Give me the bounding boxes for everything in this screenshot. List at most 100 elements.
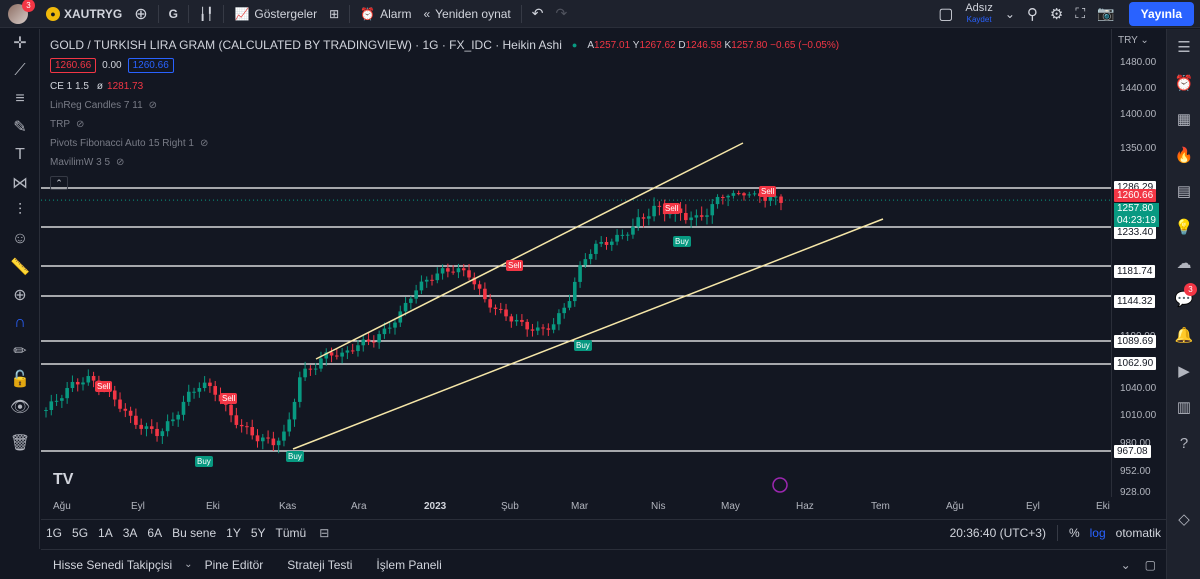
pattern-icon[interactable]: ⋈: [0, 169, 40, 197]
chat-icon[interactable]: 💬 3: [1167, 281, 1200, 317]
visibility-icon[interactable]: 👁: [0, 393, 40, 421]
snapshot-button[interactable]: 📷: [1091, 0, 1120, 28]
hidden-eye-icon[interactable]: ⊘: [76, 119, 84, 130]
user-avatar[interactable]: 3: [8, 0, 35, 24]
add-symbol-button[interactable]: ⊕: [128, 0, 153, 28]
currency-label[interactable]: TRY ⌄: [1118, 35, 1149, 46]
trendline-icon[interactable]: ⟋: [0, 57, 40, 85]
tab-trading-panel[interactable]: İşlem Paneli: [364, 558, 453, 572]
candle-body: [604, 241, 609, 245]
square-icon: ▢: [938, 5, 954, 23]
alerts-icon[interactable]: ⏰: [1167, 65, 1200, 101]
hidden-eye-icon[interactable]: ⊘: [116, 157, 124, 168]
brush-icon[interactable]: ✎: [0, 113, 40, 141]
hidden-eye-icon[interactable]: ⊘: [200, 138, 208, 149]
text-icon[interactable]: T: [0, 141, 40, 169]
hotlists-icon[interactable]: 🔥: [1167, 137, 1200, 173]
candle-body: [171, 419, 175, 422]
ruler-icon[interactable]: 📏: [0, 253, 40, 281]
fullscreen-toggle[interactable]: ▢: [932, 0, 959, 28]
price-tick: 1480.00: [1120, 57, 1157, 68]
prediction-icon[interactable]: ⫶: [0, 197, 40, 225]
layouts-button[interactable]: ⊞: [323, 0, 345, 28]
auto-toggle[interactable]: otomatik: [1111, 526, 1166, 540]
chevron-down-icon[interactable]: ⌄: [184, 559, 192, 570]
publish-button[interactable]: Yayınla: [1128, 1, 1194, 26]
percent-toggle[interactable]: %: [1064, 526, 1085, 540]
ce-label: CE 1 1.5: [50, 81, 89, 92]
candle-body: [81, 382, 85, 385]
notifications-icon[interactable]: 🔔: [1167, 317, 1200, 353]
help-icon[interactable]: ?: [1167, 425, 1200, 461]
emoji-icon[interactable]: ☺: [0, 225, 40, 253]
alert-button[interactable]: ⏰ Alarm: [354, 0, 417, 28]
range-button[interactable]: 1A: [93, 526, 118, 540]
range-button[interactable]: 6A: [142, 526, 167, 540]
collapse-panel-icon[interactable]: ⌄: [1121, 558, 1131, 572]
range-button[interactable]: 5G: [67, 526, 93, 540]
trash-icon[interactable]: 🗑: [0, 429, 40, 457]
zoom-icon[interactable]: ⊕: [0, 281, 40, 309]
lock-drawing-icon[interactable]: ✏: [0, 337, 40, 365]
candle-body: [340, 352, 344, 357]
candle-body: [91, 376, 96, 381]
symbol-title[interactable]: GOLD / TURKISH LIRA GRAM (CALCULATED BY …: [50, 38, 562, 52]
time-axis[interactable]: Ağu Eyl Eki Kas Ara 2023 Şub Mar Nis May Haz Tem Ağu…: [41, 497, 1111, 517]
settings-button[interactable]: ⚙: [1044, 0, 1069, 28]
crosshair-icon[interactable]: ✛: [0, 29, 40, 57]
range-button[interactable]: Bu sene: [167, 526, 221, 540]
candle-body: [440, 268, 445, 274]
clock[interactable]: 20:36:40 (UTC+3): [945, 526, 1051, 540]
undo-button[interactable]: ↶: [526, 0, 550, 28]
indicator-ce[interactable]: CE 1 1.5 ø 1281.73: [50, 77, 839, 96]
candle-body: [319, 358, 323, 369]
play-icon[interactable]: ▶: [1167, 353, 1200, 389]
range-button[interactable]: Tümü: [271, 526, 312, 540]
date-range-icon[interactable]: ⊟: [319, 526, 329, 540]
data-window-icon[interactable]: ▦: [1167, 101, 1200, 137]
chart-type-button[interactable]: ╽╿: [193, 0, 219, 28]
hidden-eye-icon[interactable]: ⊘: [149, 100, 157, 111]
indicator-trp[interactable]: TRP ⊘: [50, 115, 839, 134]
layers-icon[interactable]: ◇: [1167, 501, 1200, 537]
candle-body: [451, 271, 455, 273]
price-axis[interactable]: TRY ⌄ 1480.001440.001400.001350.001300.0…: [1111, 29, 1166, 498]
log-toggle[interactable]: log: [1085, 526, 1111, 540]
lock-icon[interactable]: 🔓: [0, 365, 40, 393]
streams-icon[interactable]: ☁: [1167, 245, 1200, 281]
indicators-button[interactable]: 📈 Göstergeler: [228, 0, 323, 28]
candle-body: [583, 259, 588, 266]
maximize-panel-icon[interactable]: ▢: [1145, 558, 1156, 572]
range-button[interactable]: 5Y: [246, 526, 271, 540]
buy-price-box[interactable]: 1260.66: [127, 58, 174, 73]
layout-menu-button[interactable]: ⌄: [999, 0, 1021, 28]
magnet-icon[interactable]: ∩: [0, 309, 40, 337]
range-button[interactable]: 1Y: [221, 526, 246, 540]
fullscreen-button[interactable]: ⛶: [1069, 0, 1091, 28]
symbol-search[interactable]: ● XAUTRYG: [40, 0, 128, 28]
calendar-icon[interactable]: ▤: [1167, 173, 1200, 209]
time-tick: Eki: [1096, 501, 1110, 512]
layout-save[interactable]: Adsız Kaydet: [959, 0, 999, 28]
replay-button[interactable]: « Yeniden oynat: [417, 0, 516, 28]
indicator-pivots[interactable]: Pivots Fibonacci Auto 15 Right 1 ⊘: [50, 134, 839, 153]
price-tick: 952.00: [1120, 466, 1151, 477]
dom-icon[interactable]: ▥: [1167, 389, 1200, 425]
interval-button[interactable]: G: [163, 0, 184, 28]
tab-strategy-tester[interactable]: Strateji Testi: [275, 558, 364, 572]
tab-stock-screener[interactable]: Hisse Senedi Takipçisi: [41, 558, 184, 572]
collapse-legend-button[interactable]: ⌃: [50, 176, 68, 190]
search-button[interactable]: ⚲: [1021, 0, 1044, 28]
candle-body: [377, 334, 381, 343]
watchlist-icon[interactable]: ☰: [1167, 29, 1200, 65]
ideas-icon[interactable]: 💡: [1167, 209, 1200, 245]
range-button[interactable]: 1G: [41, 526, 67, 540]
tab-pine-editor[interactable]: Pine Editör: [193, 558, 276, 572]
redo-button[interactable]: ↷: [550, 0, 574, 28]
indicator-mavilim[interactable]: MavilimW 3 5 ⊘: [50, 153, 839, 172]
fib-icon[interactable]: ≡: [0, 85, 40, 113]
candle-body: [250, 427, 255, 436]
indicator-linreg[interactable]: LinReg Candles 7 11 ⊘: [50, 96, 839, 115]
sell-price-box[interactable]: 1260.66: [50, 58, 97, 73]
range-button[interactable]: 3A: [118, 526, 143, 540]
